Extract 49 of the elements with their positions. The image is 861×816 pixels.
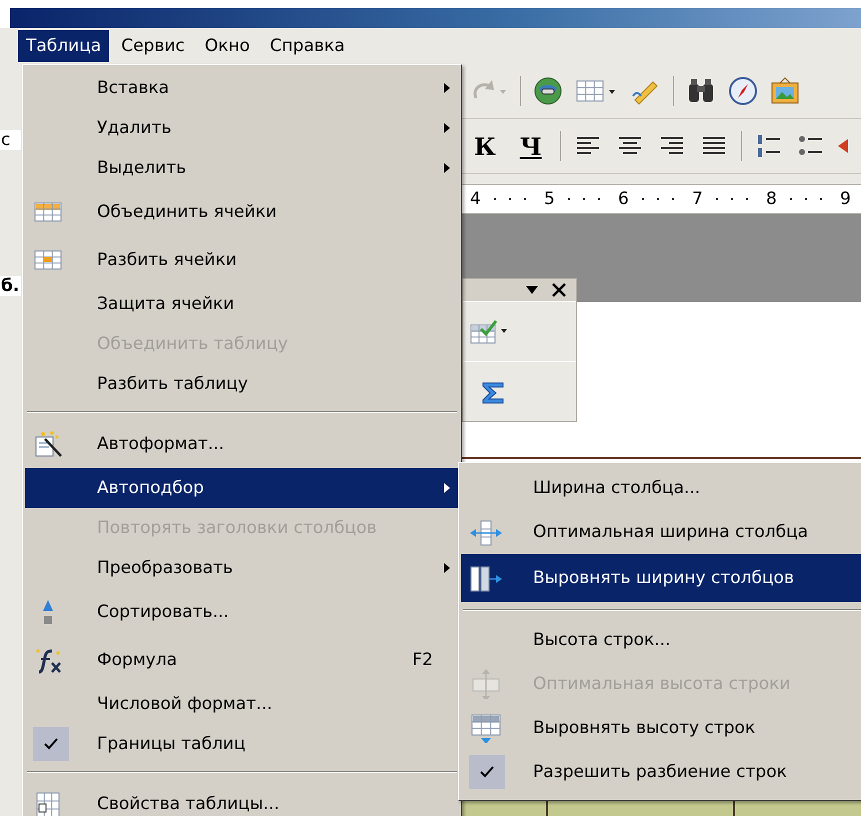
ruler-number: 5 [544, 189, 555, 209]
ruler-number: 4 [470, 189, 481, 209]
menu-item[interactable]: Преобразовать [25, 548, 459, 588]
menu-bar-item[interactable]: Сервис [113, 30, 193, 62]
ruler-number: 8 [766, 189, 777, 209]
menu-item[interactable]: Ширина столбца... [461, 466, 861, 510]
magic-wand-icon [33, 429, 63, 459]
menu-item[interactable]: Свойства таблицы... [25, 780, 459, 816]
checkmark-icon [44, 738, 58, 750]
menu-bar-item[interactable]: Справка [262, 30, 353, 62]
menu-item[interactable]: Вставка [25, 68, 459, 108]
ruler-number: 9 [840, 189, 851, 209]
submenu-arrow-icon [444, 123, 450, 133]
menu-item[interactable]: Объединить ячейки [25, 188, 459, 236]
menu-item[interactable]: Оптимальная ширина столбца [461, 510, 861, 554]
menu-bar-item[interactable]: Окно [196, 30, 258, 62]
submenu-arrow-icon [444, 83, 450, 93]
globe-icon [533, 76, 563, 106]
underline-button[interactable]: Ч [514, 132, 548, 160]
menu-item[interactable]: Автоформат... [25, 420, 459, 468]
text-fragment: с [0, 130, 21, 150]
menu-item[interactable]: Выровнять высоту строк [461, 706, 861, 750]
ruler-number: 6 [618, 189, 629, 209]
menu-item[interactable]: Защита ячейки [25, 284, 459, 324]
close-icon[interactable] [552, 283, 566, 297]
submenu-arrow-icon [444, 563, 450, 573]
menu-item[interactable]: Высота строк... [461, 618, 861, 662]
menu-item[interactable]: Выровнять ширину столбцов [461, 554, 861, 602]
menu-item[interactable]: Автоподбор [25, 468, 459, 508]
menu-item[interactable]: Выделить [25, 148, 459, 188]
menu-item[interactable]: Числовой формат... [25, 684, 459, 724]
submenu-arrow-icon [444, 483, 450, 493]
menu-item[interactable]: Сортировать... [25, 588, 459, 636]
menu-item[interactable]: Разбить ячейки [25, 236, 459, 284]
submenu-arrow-icon [444, 163, 450, 173]
italic-button[interactable]: К [468, 132, 502, 160]
menu-item[interactable]: Разбить таблицу [25, 364, 459, 404]
text-fragment: б. [0, 276, 21, 296]
menu-item[interactable]: Удалить [25, 108, 459, 148]
compass-icon [728, 76, 758, 106]
ruler-number: 7 [692, 189, 703, 209]
equal-rows-icon [469, 713, 503, 743]
menu-item[interactable]: Границы таблиц [25, 724, 459, 764]
menu-bar-item[interactable]: Таблица [18, 30, 110, 62]
menu-item[interactable]: Формула F2 [25, 636, 459, 684]
image-icon [770, 76, 800, 106]
checkmark-icon [480, 766, 494, 778]
dropdown-icon[interactable] [526, 286, 538, 294]
menu-item[interactable]: Разрешить разбиение строк [461, 750, 861, 794]
